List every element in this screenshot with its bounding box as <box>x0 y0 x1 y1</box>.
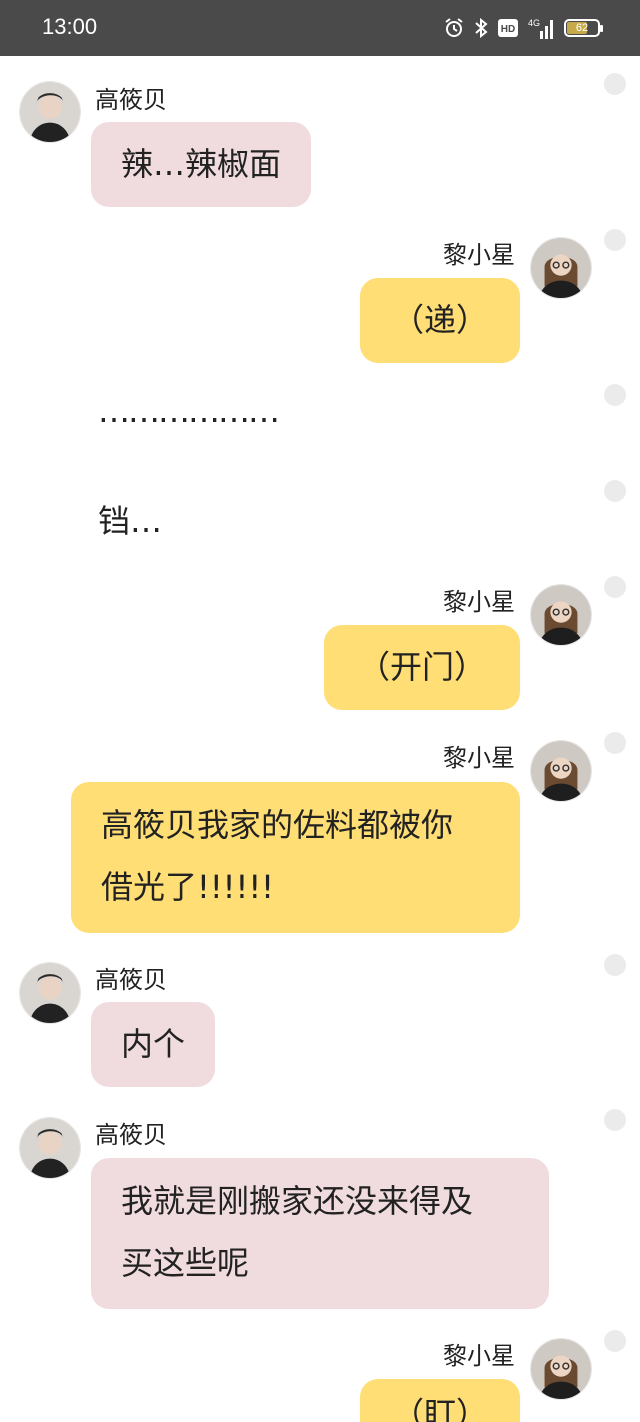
message-bubble[interactable]: 高筱贝我家的佐料都被你 借光了!!!!!! <box>71 782 520 933</box>
hd-icon: HD <box>498 19 518 37</box>
status-dot <box>604 1330 626 1352</box>
avatar[interactable] <box>530 584 592 646</box>
sender-name: 高筱贝 <box>95 86 167 114</box>
avatar[interactable] <box>530 1338 592 1400</box>
status-dot <box>604 480 626 502</box>
avatar[interactable] <box>19 1117 81 1179</box>
sender-name: 高筱贝 <box>95 1121 167 1149</box>
status-dot <box>604 732 626 754</box>
sender-name: 黎小星 <box>443 241 515 269</box>
message-line: 我就是刚搬家还没来得及 <box>121 1182 474 1220</box>
sender-name: 黎小星 <box>443 1342 515 1370</box>
bluetooth-icon <box>474 18 488 38</box>
status-icons: HD 4G 62 <box>444 16 603 40</box>
message-bubble[interactable]: （开门） <box>324 625 520 710</box>
message-text[interactable]: 铛… <box>98 496 162 542</box>
sender-name: 高筱贝 <box>95 966 167 994</box>
sender-name: 黎小星 <box>443 744 515 772</box>
avatar[interactable] <box>530 740 592 802</box>
svg-text:HD: HD <box>501 24 515 35</box>
message-text[interactable]: ……………… <box>98 392 280 430</box>
message-bubble[interactable]: （盯） <box>360 1379 520 1422</box>
sender-name: 黎小星 <box>443 588 515 616</box>
svg-text:4G: 4G <box>528 18 540 28</box>
avatar[interactable] <box>19 962 81 1024</box>
status-dot <box>604 229 626 251</box>
message-bubble[interactable]: 我就是刚搬家还没来得及 买这些呢 <box>91 1158 549 1309</box>
message-bubble[interactable]: （递） <box>360 278 520 363</box>
status-dot <box>604 1109 626 1131</box>
signal-4g-icon: 4G <box>528 17 554 39</box>
status-bar: 13:00 HD 4G 62 <box>0 0 640 56</box>
message-line: 高筱贝我家的佐料都被你 <box>101 806 454 844</box>
battery-icon: 62 <box>564 19 603 37</box>
status-dot <box>604 576 626 598</box>
message-line: 借光了!!!!!! <box>101 868 274 906</box>
status-dot <box>604 954 626 976</box>
alarm-icon <box>444 18 464 38</box>
status-time: 13:00 <box>42 14 98 39</box>
message-bubble[interactable]: 内个 <box>91 1002 216 1087</box>
status-dot <box>604 73 626 95</box>
status-dot <box>604 384 626 406</box>
message-line: 买这些呢 <box>121 1244 250 1282</box>
avatar[interactable] <box>530 237 592 299</box>
avatar[interactable] <box>19 81 81 143</box>
message-bubble[interactable]: 辣…辣椒面 <box>91 122 312 207</box>
